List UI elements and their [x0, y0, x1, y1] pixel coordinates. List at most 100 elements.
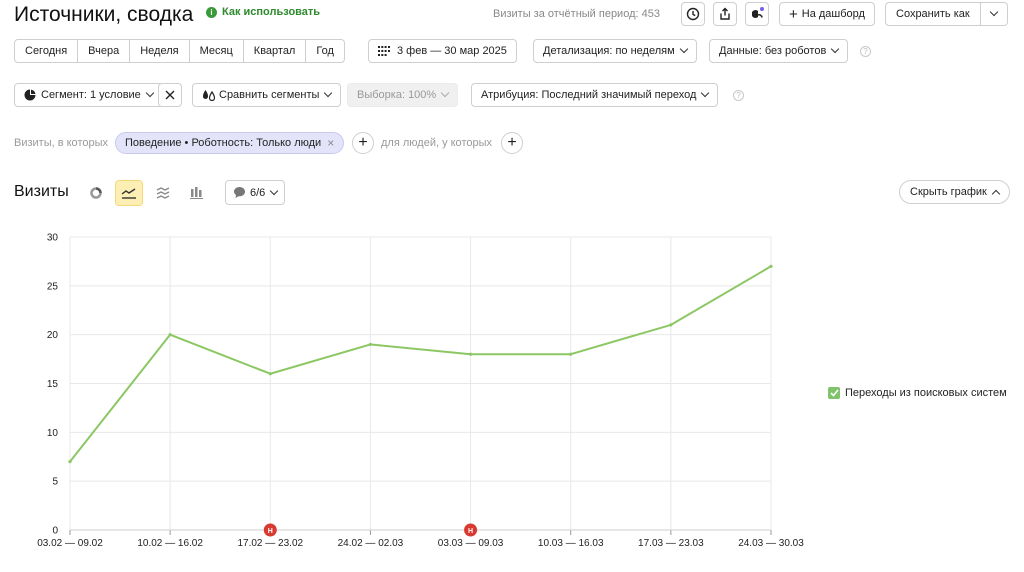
chart-type-line-button[interactable]	[115, 180, 143, 206]
segment-label: Сегмент: 1 условие	[41, 89, 141, 101]
donut-chart-icon	[90, 187, 102, 199]
segment-dropdown[interactable]: Сегмент: 1 условие	[14, 83, 163, 107]
x-tick-label: 17.02 — 23.02	[237, 538, 303, 549]
clock-icon	[686, 7, 700, 21]
period-month[interactable]: Месяц	[190, 40, 244, 62]
filter-chip[interactable]: Поведение • Роботность: Только люди ×	[115, 132, 345, 154]
detail-dropdown[interactable]: Детализация: по неделям	[533, 39, 697, 63]
period-today[interactable]: Сегодня	[15, 40, 79, 62]
chevron-up-icon	[991, 189, 1001, 198]
history-button[interactable]	[681, 2, 705, 26]
annotations-count: 6/6	[250, 186, 266, 199]
hide-chart-button[interactable]: Скрыть график	[899, 180, 1010, 204]
chart-title: Визиты	[14, 183, 69, 200]
chevron-down-icon	[145, 88, 155, 98]
how-to-use-label: Как использовать	[222, 6, 321, 18]
x-tick-label: 24.02 — 02.03	[338, 538, 404, 549]
compare-icon	[203, 90, 216, 101]
data-point	[268, 372, 272, 376]
help-icon[interactable]: ?	[860, 46, 871, 57]
x-tick-label: 10.02 — 16.02	[137, 538, 203, 549]
data-point	[168, 333, 172, 337]
x-tick-label: 10.03 — 16.03	[538, 538, 604, 549]
calendar-icon	[378, 46, 390, 56]
stacked-area-icon	[156, 187, 170, 199]
chart-type-area-button[interactable]	[149, 180, 177, 206]
legend-checkbox[interactable]	[828, 387, 840, 399]
info-icon: i	[206, 6, 217, 18]
period-yesterday[interactable]: Вчера	[78, 40, 131, 62]
bar-chart-icon	[190, 187, 203, 199]
data-point	[468, 352, 473, 356]
alice-assistant-button[interactable]	[745, 2, 769, 26]
x-tick-label: 24.03 — 30.03	[738, 538, 804, 549]
add-visit-filter-button[interactable]: +	[352, 132, 374, 154]
add-people-filter-button[interactable]: +	[501, 132, 523, 154]
compare-segments-dropdown[interactable]: Сравнить сегменты	[192, 83, 342, 107]
attribution-dropdown[interactable]: Атрибуция: Последний значимый переход	[471, 83, 719, 107]
chevron-down-icon	[440, 88, 450, 98]
data-point	[368, 342, 373, 347]
chart-type-bar-button[interactable]	[183, 180, 211, 206]
holiday-marker-label: Н	[268, 528, 273, 535]
add-to-dashboard-label: На дашборд	[801, 8, 865, 20]
line-chart-icon	[121, 188, 136, 199]
data-point	[669, 323, 673, 327]
chevron-down-icon	[831, 44, 840, 54]
sample-label: Выборка: 100%	[357, 89, 437, 101]
chart-type-pie-button[interactable]	[82, 180, 110, 206]
pie-segment-icon	[24, 89, 36, 101]
period-week[interactable]: Неделя	[130, 40, 190, 62]
compare-segments-label: Сравнить сегменты	[219, 89, 320, 101]
chevron-down-icon	[270, 186, 279, 195]
visits-line-chart: 0 5 10 15 20 25 30 03.02 — 09.02 10.02 — 16.02 17…	[37, 233, 804, 550]
data-filter-label: Данные: без роботов	[719, 45, 827, 57]
filter-chip-label: Поведение • Роботность: Только люди	[125, 137, 322, 149]
date-range-label: 3 фев — 30 мар 2025	[397, 45, 507, 57]
date-range-button[interactable]: 3 фев — 30 мар 2025	[368, 39, 517, 63]
visits-period-summary: Визиты за отчётный период: 453	[493, 8, 660, 20]
y-tick-label: 25	[47, 281, 59, 292]
period-selector: Сегодня Вчера Неделя Месяц Квартал Год	[14, 39, 345, 63]
sample-dropdown[interactable]: Выборка: 100%	[347, 83, 459, 107]
check-icon	[829, 389, 839, 397]
y-tick-label: 10	[47, 428, 59, 439]
comment-icon	[234, 187, 245, 198]
people-filter-prefix: для людей, у которых	[381, 137, 492, 149]
hide-chart-label: Скрыть график	[910, 186, 987, 198]
period-quarter[interactable]: Квартал	[244, 40, 307, 62]
annotations-dropdown[interactable]: 6/6	[225, 180, 286, 205]
visits-filter-prefix: Визиты, в которых	[14, 137, 108, 149]
assistant-icon	[752, 7, 764, 18]
plus-icon: +	[789, 5, 798, 23]
export-button[interactable]	[713, 2, 737, 26]
attribution-label: Атрибуция: Последний значимый переход	[481, 89, 697, 101]
data-filter-dropdown[interactable]: Данные: без роботов	[709, 39, 849, 63]
chevron-down-icon	[324, 88, 333, 98]
data-point	[569, 352, 573, 356]
help-icon[interactable]: ?	[733, 90, 744, 101]
x-tick-label: 03.03 — 09.03	[438, 538, 504, 549]
y-tick-label: 20	[47, 330, 59, 341]
save-as-group: Сохранить как	[885, 2, 1008, 26]
period-year[interactable]: Год	[306, 40, 344, 62]
holiday-marker-label: Н	[468, 528, 473, 535]
share-icon	[720, 7, 730, 20]
close-icon	[165, 90, 175, 100]
legend-series-label: Переходы из поисковых систем	[845, 387, 1007, 399]
chevron-down-icon	[701, 88, 710, 98]
data-point	[68, 460, 72, 464]
clear-segment-button[interactable]	[158, 83, 182, 107]
x-tick-label: 03.02 — 09.02	[37, 538, 103, 549]
save-as-button[interactable]: Сохранить как	[886, 3, 981, 25]
chart-legend[interactable]: Переходы из поисковых систем	[828, 387, 1007, 399]
chevron-down-icon	[989, 7, 998, 17]
y-tick-label: 30	[47, 233, 59, 244]
how-to-use-link[interactable]: i Как использовать	[206, 6, 320, 18]
save-as-dropdown[interactable]	[981, 3, 1007, 25]
remove-filter-icon[interactable]: ×	[327, 136, 334, 150]
y-tick-label: 15	[47, 379, 59, 390]
x-tick-label: 17.03 — 23.03	[638, 538, 704, 549]
add-to-dashboard-button[interactable]: + На дашборд	[779, 2, 875, 26]
detail-label: Детализация: по неделям	[543, 45, 675, 57]
